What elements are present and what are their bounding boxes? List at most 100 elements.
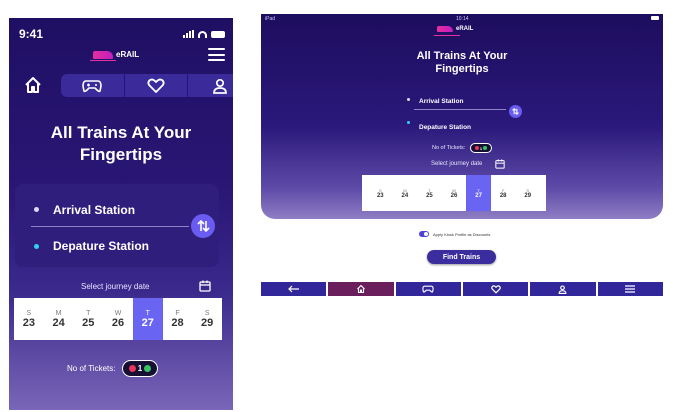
day-number: 24 <box>52 316 65 329</box>
tab-favorites[interactable] <box>125 74 189 97</box>
hero-panel: iPad 10:14 eRAIL All Trains At Your Fing… <box>261 14 663 219</box>
page-title: All Trains At Your Fingertips <box>9 122 233 166</box>
date-option[interactable]: S 29 <box>192 298 222 340</box>
day-number: 27 <box>475 192 482 199</box>
departure-station-field[interactable]: Depature Station <box>419 124 471 131</box>
date-option[interactable]: W 26 <box>442 175 467 211</box>
day-number: 28 <box>171 316 184 329</box>
title-line-2: Fingertips <box>435 63 489 75</box>
plus-icon[interactable] <box>144 365 152 372</box>
tablet-screen: iPad 10:14 eRAIL All Trains At Your Fing… <box>261 14 663 298</box>
plus-icon[interactable] <box>483 146 488 150</box>
departure-station-field[interactable]: Depature Station <box>53 239 149 253</box>
heart-icon <box>490 284 501 293</box>
day-number: 26 <box>111 316 125 329</box>
swap-stations-button[interactable] <box>191 214 215 238</box>
heart-icon <box>147 78 165 93</box>
tab-games[interactable] <box>61 74 125 97</box>
minus-icon[interactable] <box>128 365 136 372</box>
nav-menu[interactable] <box>597 282 663 296</box>
app-logo: eRAIL <box>90 50 139 61</box>
weekday-label: S <box>204 309 210 317</box>
select-date-label: Select journey date <box>431 161 483 167</box>
date-option[interactable]: F 28 <box>163 298 193 340</box>
nav-home[interactable] <box>328 282 394 296</box>
title-line-1: All Trains At Your <box>50 123 192 142</box>
date-option[interactable]: T 27 <box>132 298 163 340</box>
divider <box>31 226 189 227</box>
wifi-icon <box>198 30 207 38</box>
ticket-count: 1 <box>479 145 483 151</box>
date-option[interactable]: M 24 <box>393 175 418 211</box>
battery-icon <box>211 30 225 38</box>
find-trains-button[interactable]: Find Trains <box>427 250 496 264</box>
day-number: 25 <box>82 316 95 329</box>
title-line-1: All Trains At Your <box>416 50 508 62</box>
nav-games[interactable] <box>395 282 461 296</box>
divider <box>414 109 506 110</box>
weekday-label: T <box>86 309 91 317</box>
date-option[interactable]: S 23 <box>14 298 44 340</box>
tickets-label: No of Tickets: <box>67 364 116 373</box>
arrow-left-icon <box>287 285 299 293</box>
nav-back[interactable] <box>261 282 327 296</box>
date-option[interactable]: W 26 <box>103 298 133 340</box>
date-option[interactable]: T 25 <box>417 175 442 211</box>
gamepad-icon <box>82 79 103 92</box>
weekday-label: F <box>175 309 180 317</box>
status-time: 9:41 <box>19 27 44 41</box>
weekday-label: T <box>145 309 150 317</box>
ticket-stepper: 1 <box>470 143 492 153</box>
departure-dot-icon <box>34 244 39 249</box>
brand-name: eRAIL <box>456 26 474 32</box>
status-time: 10:14 <box>456 16 469 22</box>
home-icon[interactable] <box>23 75 43 95</box>
day-number: 25 <box>426 192 433 199</box>
app-logo: eRAIL <box>434 26 474 36</box>
weekday-label: M <box>55 309 62 317</box>
nav-profile[interactable] <box>530 282 596 296</box>
day-number: 23 <box>376 192 384 199</box>
top-nav <box>19 72 233 98</box>
system-icons <box>183 30 225 38</box>
day-number: 29 <box>201 316 214 329</box>
battery-icon <box>651 16 659 20</box>
day-number: 26 <box>450 192 458 199</box>
home-icon <box>357 284 365 294</box>
bottom-nav <box>261 282 663 296</box>
calendar-icon[interactable] <box>199 280 211 292</box>
weekday-label: W <box>114 309 122 317</box>
arrival-station-field[interactable]: Arrival Station <box>53 203 135 217</box>
train-icon <box>434 26 460 36</box>
swap-arrows-icon <box>196 220 210 232</box>
swap-stations-button[interactable] <box>509 105 522 118</box>
train-icon <box>90 50 116 61</box>
arrival-dot-icon <box>34 207 39 212</box>
calendar-icon[interactable] <box>495 159 505 169</box>
status-bar: 9:41 <box>9 18 233 50</box>
day-number: 29 <box>524 192 532 199</box>
tab-profile[interactable] <box>188 74 233 97</box>
signal-icon <box>183 30 194 38</box>
swap-arrows-icon <box>512 108 519 115</box>
weekday-label: S <box>26 309 32 317</box>
date-option[interactable]: M 24 <box>44 298 74 340</box>
status-bar: iPad 10:14 <box>261 14 663 24</box>
tickets-label: No of Tickets: <box>432 145 466 151</box>
date-option[interactable]: T 27 <box>466 175 491 211</box>
hamburger-menu-icon[interactable] <box>208 48 225 61</box>
date-option[interactable]: F 28 <box>491 175 516 211</box>
minus-icon[interactable] <box>474 146 479 150</box>
arrival-station-field[interactable]: Arrival Station <box>419 98 463 105</box>
date-option[interactable]: S 29 <box>515 175 540 211</box>
date-option[interactable]: S 23 <box>368 175 393 211</box>
date-option[interactable]: T 25 <box>73 298 103 340</box>
day-number: 27 <box>141 316 154 329</box>
agree-row: Apply Kiosk Profile as Discounts <box>419 231 490 237</box>
title-line-2: Fingertips <box>79 145 163 164</box>
ticket-stepper: 1 <box>122 360 158 377</box>
discount-toggle[interactable] <box>419 231 429 237</box>
nav-favorites[interactable] <box>462 282 529 296</box>
ticket-count: 1 <box>137 364 143 373</box>
day-number: 23 <box>22 316 35 329</box>
